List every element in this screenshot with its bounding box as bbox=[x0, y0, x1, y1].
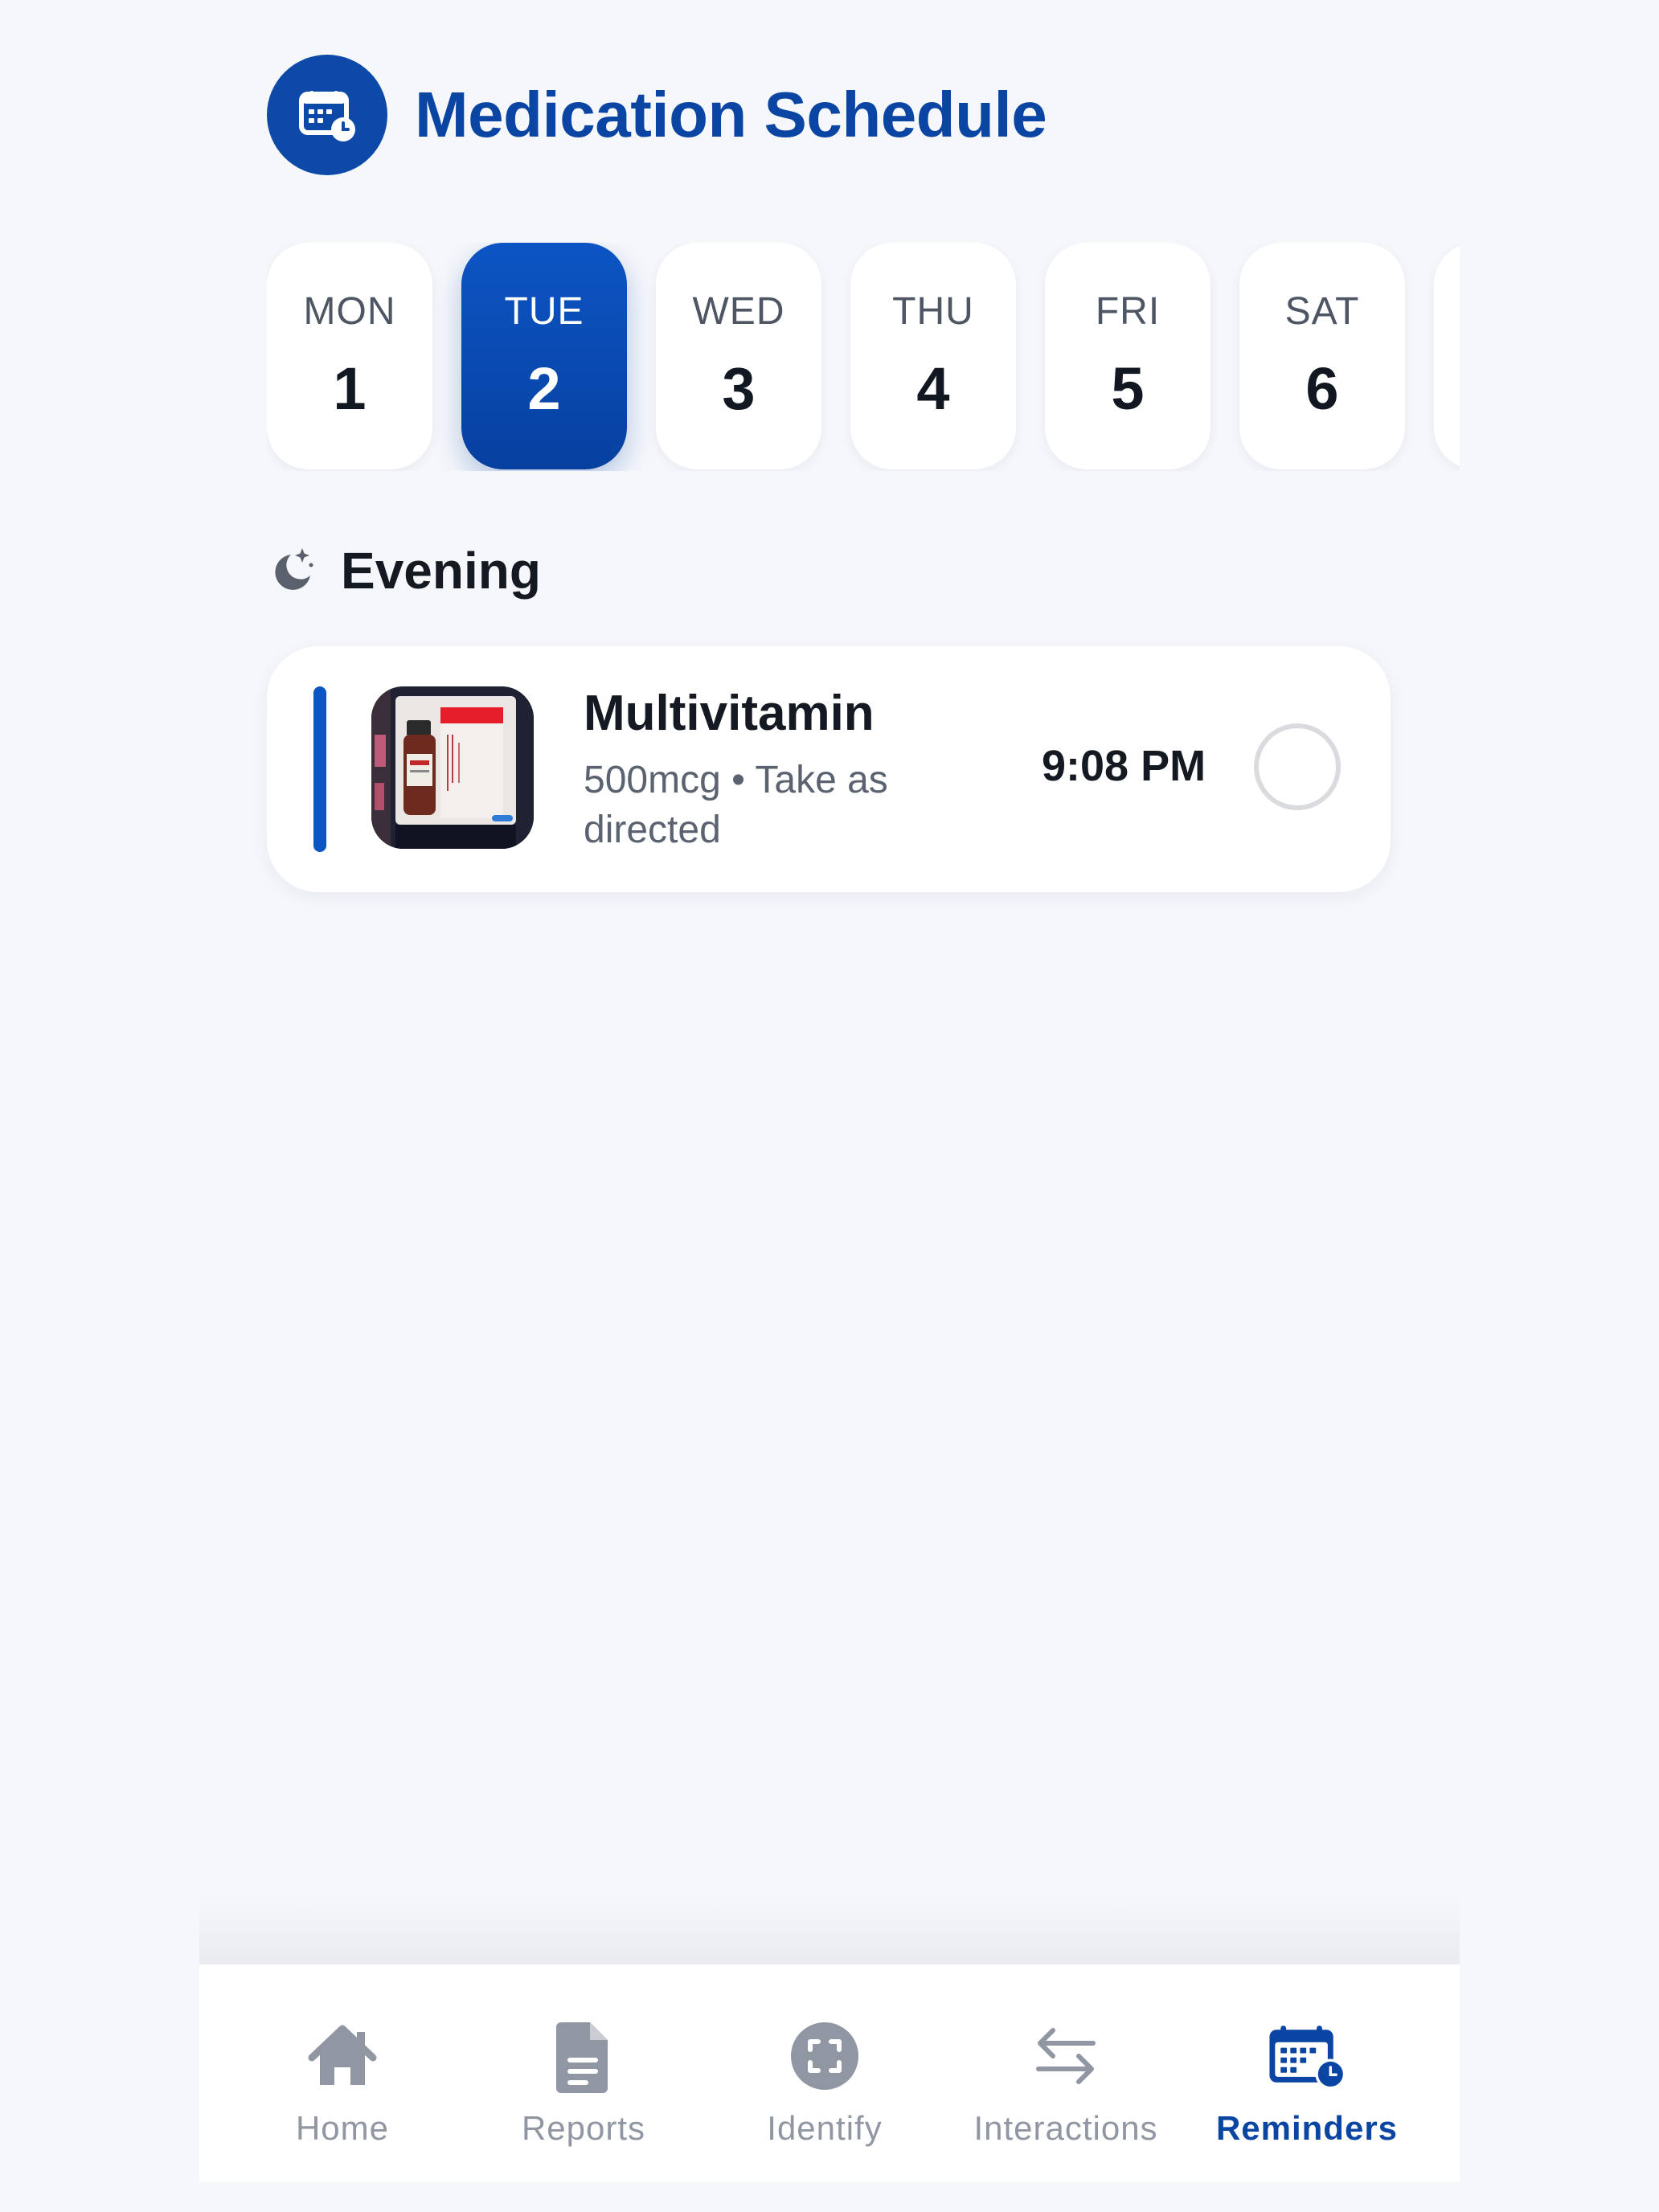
medication-name: Multivitamin bbox=[584, 686, 875, 741]
tab-home[interactable]: Home bbox=[222, 1964, 463, 2181]
tab-label: Reminders bbox=[1215, 2109, 1399, 2147]
tab-label: Home bbox=[295, 2109, 390, 2147]
swap-arrows-icon bbox=[1026, 2016, 1106, 2096]
page-title: Medication Schedule bbox=[415, 79, 1047, 150]
section-title: Evening bbox=[341, 542, 541, 600]
day-sat[interactable]: SAT 6 bbox=[1239, 243, 1405, 469]
medication-dosage: 500mcg • Take as directed bbox=[584, 759, 888, 851]
day-number: 2 bbox=[527, 355, 561, 422]
taken-checkbox[interactable] bbox=[1254, 723, 1341, 810]
day-label: TUE bbox=[504, 290, 584, 333]
day-wed[interactable]: WED 3 bbox=[656, 243, 821, 469]
medication-photo bbox=[371, 686, 534, 849]
day-number: 6 bbox=[1305, 355, 1339, 422]
tab-reports[interactable]: Reports bbox=[463, 1964, 704, 2181]
section-header-evening: Evening bbox=[267, 537, 541, 604]
tab-reminders[interactable]: Reminders bbox=[1186, 1964, 1428, 2181]
document-icon bbox=[543, 2016, 624, 2096]
app-screen: Medication Schedule MON 1 TUE 2 WED 3 TH… bbox=[199, 0, 1460, 2212]
day-thu[interactable]: THU 4 bbox=[850, 243, 1016, 469]
day-label: SAT bbox=[1284, 290, 1360, 333]
tab-label: Reports bbox=[521, 2109, 646, 2147]
day-label: WED bbox=[692, 290, 785, 333]
day-fri[interactable]: FRI 5 bbox=[1045, 243, 1210, 469]
day-label: THU bbox=[892, 290, 974, 333]
day-next-partial[interactable] bbox=[1434, 243, 1460, 469]
tab-interactions[interactable]: Interactions bbox=[945, 1964, 1186, 2181]
calendar-clock-icon bbox=[267, 55, 387, 175]
medication-card[interactable]: Multivitamin 500mcg • Take as directed 9… bbox=[267, 646, 1391, 892]
tab-label: Identify bbox=[767, 2109, 883, 2147]
day-tue[interactable]: TUE 2 bbox=[461, 243, 627, 469]
calendar-clock-icon bbox=[1267, 2016, 1347, 2096]
tabbar-shadow bbox=[199, 1897, 1460, 1964]
home-icon bbox=[302, 2016, 383, 2096]
day-number: 4 bbox=[916, 355, 950, 422]
card-accent-bar bbox=[313, 686, 326, 852]
day-number: 1 bbox=[333, 355, 367, 422]
tab-identify[interactable]: Identify bbox=[704, 1964, 945, 2181]
medication-time: 9:08 PM bbox=[1042, 742, 1206, 790]
day-label: MON bbox=[303, 290, 396, 333]
header: Medication Schedule bbox=[267, 55, 1047, 175]
day-label: FRI bbox=[1095, 290, 1161, 333]
tab-label: Interactions bbox=[973, 2109, 1158, 2147]
bottom-tab-bar: Home Reports Identify Interactions Remin… bbox=[199, 1964, 1460, 2181]
scan-icon bbox=[784, 2016, 865, 2096]
day-number: 5 bbox=[1111, 355, 1145, 422]
day-number: 3 bbox=[722, 355, 756, 422]
moon-sparkle-icon bbox=[267, 543, 318, 599]
day-selector: MON 1 TUE 2 WED 3 THU 4 FRI 5 SAT 6 bbox=[267, 243, 1460, 471]
day-mon[interactable]: MON 1 bbox=[267, 243, 432, 469]
